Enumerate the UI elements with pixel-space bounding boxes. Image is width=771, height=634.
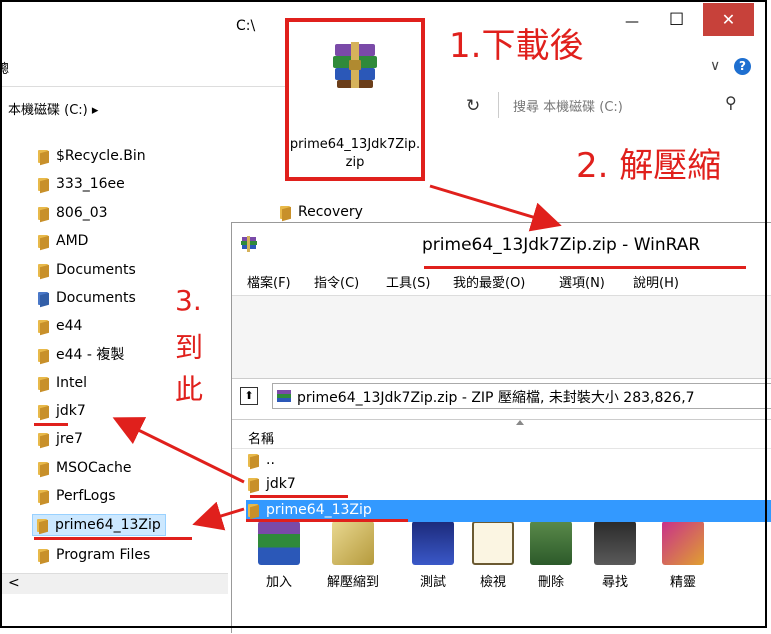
screenshot-frame (0, 0, 767, 628)
